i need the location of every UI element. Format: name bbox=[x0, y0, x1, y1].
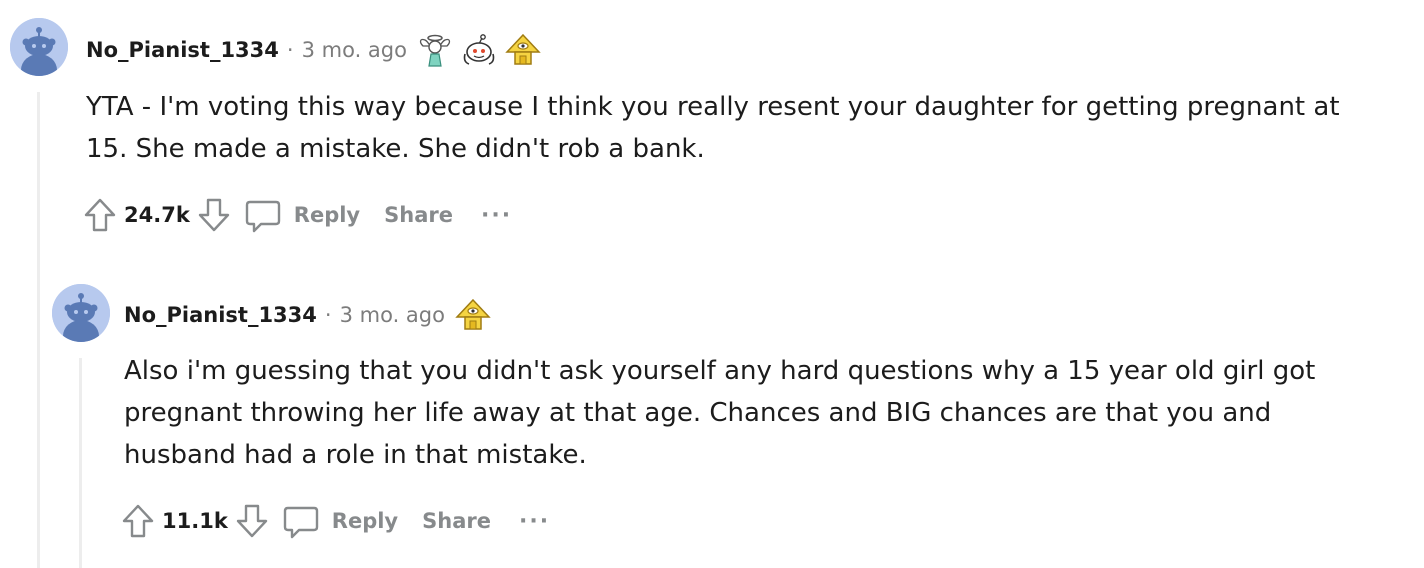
reply-label[interactable]: Reply bbox=[294, 203, 360, 227]
awards[interactable] bbox=[417, 32, 541, 68]
comment-bubble-icon bbox=[245, 200, 280, 233]
more-options-button[interactable]: ··· bbox=[519, 509, 550, 534]
awards[interactable] bbox=[455, 297, 491, 333]
comment-actions: 24.7k Reply Share ··· bbox=[80, 195, 512, 235]
comment-meta: No_Pianist_1334 · 3 mo. ago bbox=[124, 297, 491, 333]
angel-wings-award-icon[interactable] bbox=[417, 32, 453, 68]
comment-body: Also i'm guessing that you didn't ask yo… bbox=[124, 356, 1316, 470]
gold-pyramid-award-icon[interactable] bbox=[455, 297, 491, 333]
comment-bubble-icon bbox=[283, 506, 318, 539]
downvote-arrow-icon bbox=[236, 504, 267, 538]
upvote-arrow-icon bbox=[122, 504, 154, 538]
avatar[interactable] bbox=[52, 284, 110, 342]
share-button[interactable]: Share bbox=[422, 509, 491, 533]
thread-line-top[interactable] bbox=[37, 92, 40, 568]
upvote-button[interactable] bbox=[80, 195, 120, 235]
more-options-button[interactable]: ··· bbox=[481, 203, 512, 228]
snoo-avatar-icon bbox=[52, 284, 110, 342]
username[interactable]: No_Pianist_1334 bbox=[86, 38, 279, 62]
reply-button[interactable]: Reply bbox=[244, 195, 360, 235]
username[interactable]: No_Pianist_1334 bbox=[124, 303, 317, 327]
downvote-button[interactable] bbox=[194, 195, 234, 235]
vote-score: 11.1k bbox=[162, 509, 228, 533]
thread-line-reply[interactable] bbox=[79, 358, 82, 568]
hugz-snoo-award-icon[interactable] bbox=[461, 32, 497, 68]
vote-score: 24.7k bbox=[124, 203, 190, 227]
meta-separator: · bbox=[324, 303, 332, 327]
comment-body: YTA - I'm voting this way because I thin… bbox=[86, 92, 1340, 164]
reply-button[interactable]: Reply bbox=[282, 501, 398, 541]
gold-pyramid-award-icon[interactable] bbox=[505, 32, 541, 68]
share-button[interactable]: Share bbox=[384, 203, 453, 227]
upvote-arrow-icon bbox=[84, 198, 116, 232]
comment-actions: 11.1k Reply Share ··· bbox=[118, 501, 550, 541]
comment-meta: No_Pianist_1334 · 3 mo. ago bbox=[86, 32, 541, 68]
snoo-avatar-icon bbox=[10, 18, 68, 76]
reply-label[interactable]: Reply bbox=[332, 509, 398, 533]
avatar[interactable] bbox=[10, 18, 68, 76]
downvote-arrow-icon bbox=[198, 198, 229, 232]
timestamp[interactable]: 3 mo. ago bbox=[302, 38, 407, 62]
upvote-button[interactable] bbox=[118, 501, 158, 541]
downvote-button[interactable] bbox=[232, 501, 272, 541]
timestamp[interactable]: 3 mo. ago bbox=[340, 303, 445, 327]
meta-separator: · bbox=[286, 38, 294, 62]
